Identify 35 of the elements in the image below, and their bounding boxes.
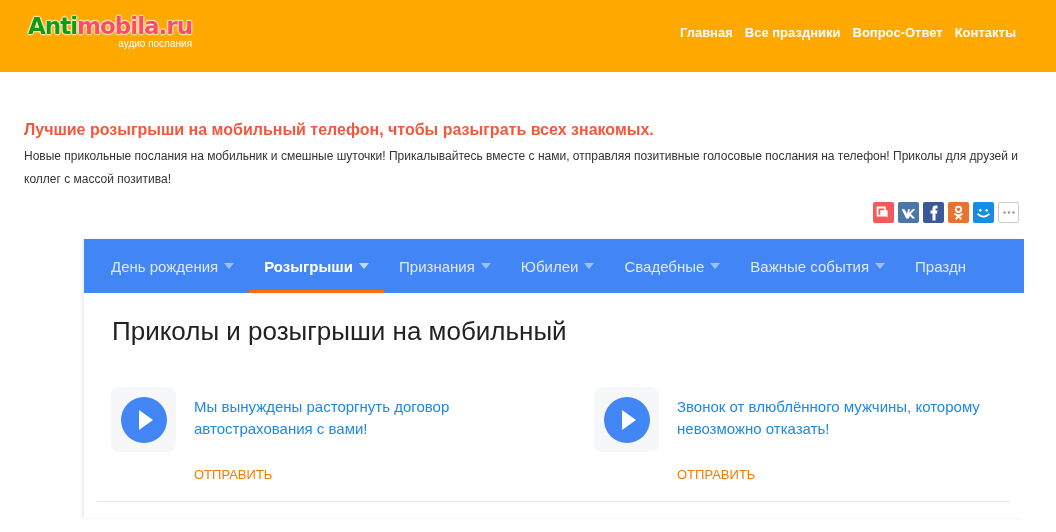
category-tab[interactable]: Юбилеи	[505, 239, 610, 293]
message-title[interactable]: Мы вынуждены расторгнуть договор автострахования с вами!	[194, 396, 514, 440]
share-button[interactable]	[873, 202, 894, 223]
play-button[interactable]	[111, 387, 176, 452]
more-icon	[1002, 211, 1015, 214]
play-button[interactable]	[594, 387, 659, 452]
share-button[interactable]	[973, 202, 994, 223]
facebook-icon	[929, 204, 938, 221]
send-link[interactable]: ОТПРАВИТЬ	[677, 467, 997, 483]
caret-icon	[359, 263, 369, 269]
section-title: Приколы и розыгрыши на мобильный	[112, 315, 568, 347]
message-title[interactable]: Звонок от влюблённого мужчины, которому невозможно отказать!	[677, 396, 997, 440]
send-link[interactable]: ОТПРАВИТЬ	[194, 467, 514, 483]
caret-icon	[480, 263, 491, 269]
category-tab[interactable]: Свадебные	[609, 239, 736, 293]
nav-link[interactable]: Вопрос-Ответ	[852, 25, 943, 41]
nav-link[interactable]: Все праздники	[744, 25, 841, 41]
category-tab[interactable]: Признания	[384, 239, 506, 293]
caret-icon	[224, 263, 235, 269]
logo-tagline: аудио послания	[118, 38, 193, 50]
intro-text: Новые прикольные послания на мобильник и смешные шуточки! Прикалывайтесь вместе с нами, отправляя позитивные голосовые послания на телефон! Приколы для друзей и коллег с массой позитива!	[24, 148, 1019, 188]
share-button[interactable]	[948, 202, 969, 223]
category-tab[interactable]: Важные события	[735, 239, 901, 293]
headline: Лучшие розыгрыши на мобильный телефон, чтобы разыграть всех знакомых.	[24, 120, 655, 140]
category-tab[interactable]: Розыгрыши	[249, 239, 384, 293]
category-tab[interactable]: Праздн	[900, 239, 981, 293]
site-logo[interactable]: Antimobila.ru	[28, 13, 193, 39]
caret-icon	[584, 263, 595, 269]
nav-link[interactable]: Главная	[679, 25, 733, 41]
caret-icon	[710, 263, 721, 269]
caret-icon	[875, 263, 886, 269]
category-tab[interactable]: День рождения	[96, 239, 250, 293]
share-button[interactable]	[898, 202, 919, 223]
share-button[interactable]	[923, 202, 944, 223]
nav-link[interactable]: Контакты	[954, 25, 1016, 41]
